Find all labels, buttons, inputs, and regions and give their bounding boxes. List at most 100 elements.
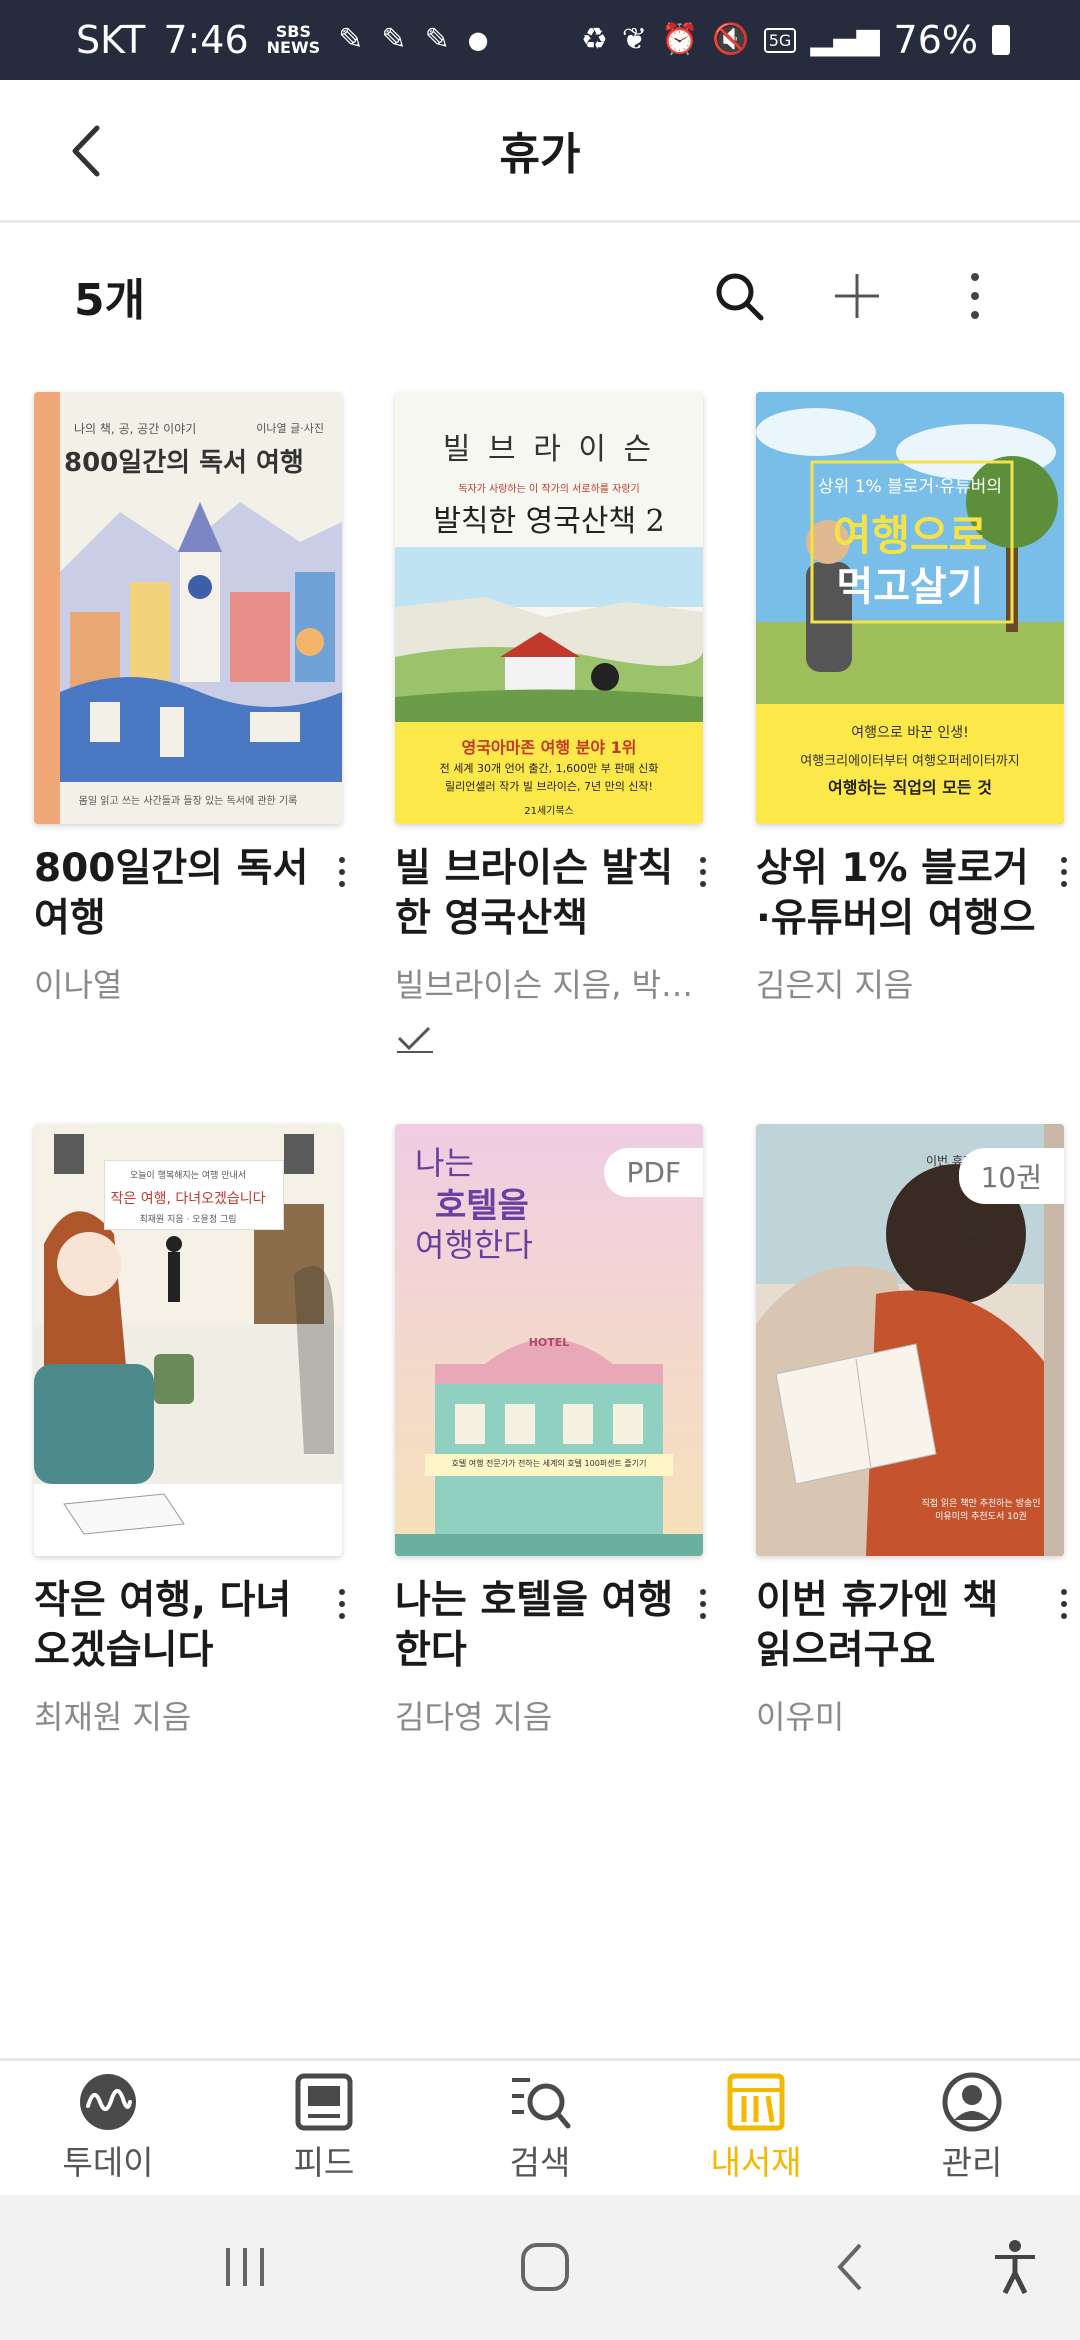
cover-title-line2: 먹고살기: [836, 564, 984, 610]
back-button[interactable]: [50, 116, 120, 186]
recent-apps-icon: [226, 2248, 264, 2286]
search-icon: [716, 273, 764, 321]
book-cover[interactable]: 빌 브 라 이 슨 독자가 사랑하는 이 작가의 서로하를 자랑기 발칙한 영국…: [395, 392, 703, 824]
format-badge: PDF: [604, 1148, 703, 1197]
cover-publisher: 21세기북스: [524, 806, 574, 817]
accessibility-button[interactable]: [985, 2237, 1045, 2297]
battery-saver-icon: ♻: [580, 22, 608, 57]
book-item[interactable]: 빌 브 라 이 슨 독자가 사랑하는 이 작가의 서로하를 자랑기 발칙한 영국…: [395, 392, 706, 1058]
book-item[interactable]: 나는 호텔을 여행한다 HOTEL 호텔 여행 전문가가 전하는 세계의 호텔 …: [395, 1124, 706, 1738]
cover-title-line3: 여행한다: [415, 1226, 533, 1264]
list-toolbar: 5개: [0, 226, 1080, 366]
book-title-row: 작은 여행, 다녀오겠습니다: [34, 1576, 364, 1676]
book-title[interactable]: 나는 호텔을 여행한다: [395, 1576, 675, 1676]
alarm-icon: ⏰: [661, 22, 699, 57]
profile-icon: [942, 2072, 1002, 2132]
search-button[interactable]: [694, 251, 784, 341]
home-button[interactable]: [510, 2237, 580, 2297]
kebab-menu-icon: [971, 273, 979, 319]
nav-item-manage[interactable]: 관리: [864, 2061, 1080, 2195]
book-item[interactable]: 나의 책, 공, 공간 이야기 이나열 글·사진 800일간의 독서 여행 몸일…: [34, 392, 345, 1006]
book-author: 이유미: [756, 1698, 845, 1736]
accessibility-icon: [995, 2240, 1035, 2295]
cover-band-line1: 여행으로 바꾼 인생!: [851, 725, 969, 741]
cover-author-line: 최재원 지음 · 오윤정 그림: [139, 1215, 237, 1225]
recent-apps-button[interactable]: [210, 2237, 280, 2297]
system-back-button[interactable]: [815, 2237, 885, 2297]
nav-item-today[interactable]: 투데이: [0, 2061, 216, 2195]
book-title-row: 800일간의 독서 여행: [34, 844, 364, 944]
back-arrow-icon: [72, 125, 100, 177]
book-cover[interactable]: 상위 1% 블로거·유튜버의 여행으로 먹고살기 여행으로 바꾼 인생! 여행크…: [756, 392, 1064, 824]
status-left: SKT 7:46 SBS NEWS ✎ ✎ ✎ ●: [76, 18, 581, 62]
nav-item-library[interactable]: 내서재: [648, 2061, 864, 2195]
home-icon: [521, 2243, 569, 2291]
nav-label-library: 내서재: [710, 2143, 802, 2182]
book-title[interactable]: 800일간의 독서 여행: [34, 844, 314, 944]
nav-label-feed: 피드: [293, 2143, 355, 2182]
book-title-row: 이번 휴가엔 책 읽으려구요: [756, 1576, 1080, 1676]
book-more-button[interactable]: [681, 1582, 725, 1626]
nav-item-feed[interactable]: 피드: [216, 2061, 432, 2195]
book-item[interactable]: 오늘이 행복해지는 여행 안내서 작은 여행, 다녀오겠습니다 최재원 지음 ·…: [34, 1124, 345, 1738]
cover-illustration: [395, 547, 703, 722]
cover-band-title: 영국아마존 여행 분야 1위: [461, 738, 637, 757]
status-bar: SKT 7:46 SBS NEWS ✎ ✎ ✎ ● ♻ ❦ ⏰ 🔇 5G ▂▄▆ …: [0, 0, 1080, 80]
nav-item-search[interactable]: 검색: [432, 2061, 648, 2195]
pen-notification-icon-2: ✎: [381, 22, 407, 57]
book-title-row: 빌 브라이슨 발칙한 영국산책: [395, 844, 725, 944]
book-more-button[interactable]: [320, 1582, 364, 1626]
book-title[interactable]: 빌 브라이슨 발칙한 영국산책: [395, 844, 675, 944]
search-list-icon: [512, 2078, 571, 2129]
today-wave-icon: [80, 2074, 136, 2130]
cover-illustration: [60, 502, 342, 782]
cover-hotel-sign: HOTEL: [528, 1336, 570, 1349]
book-cover[interactable]: 이번 휴가엔 읽으려구요 이유미 직접 읽은 책만 추천하는 방송인 이유미의 …: [756, 1124, 1064, 1556]
book-cover[interactable]: 오늘이 행복해지는 여행 안내서 작은 여행, 다녀오겠습니다 최재원 지음 ·…: [34, 1124, 342, 1556]
cover-band-line3: 여행하는 직업의 모든 것: [828, 778, 992, 797]
clock: 7:46: [163, 18, 249, 62]
book-more-button[interactable]: [320, 850, 364, 894]
cover-title: 발칙한 영국산책 2: [433, 504, 665, 539]
cover-bottom-line: 직접 읽은 책만 추천하는 방송인 이유미의 추천도서 10권: [921, 1499, 1041, 1522]
book-item[interactable]: 상위 1% 블로거·유튜버의 여행으로 먹고살기 여행으로 바꾼 인생! 여행크…: [756, 392, 1067, 1006]
book-more-button[interactable]: [1042, 1582, 1080, 1626]
book-cover[interactable]: 나는 호텔을 여행한다 HOTEL 호텔 여행 전문가가 전하는 세계의 호텔 …: [395, 1124, 703, 1556]
cover-band-line2: 여행크리에이터부터 여행오퍼레이터까지: [800, 754, 1020, 769]
book-author: 김은지 지음: [756, 966, 914, 1004]
cover-bottom-line: 몸일 읽고 쓰는 사간들과 들장 있는 독서에 관한 기록: [78, 796, 298, 807]
cover-spine: [34, 392, 60, 824]
book-author: 빌브라이슨 지음, 박…: [395, 966, 694, 1004]
book-item[interactable]: 이번 휴가엔 읽으려구요 이유미 직접 읽은 책만 추천하는 방송인 이유미의 …: [756, 1124, 1067, 1738]
system-back-icon: [837, 2243, 862, 2291]
network-type-icon: 5G: [763, 27, 797, 53]
book-title[interactable]: 상위 1% 블로거·유튜버의 여행으로 먹고살기: [756, 844, 1036, 944]
page-title: 휴가: [499, 129, 581, 180]
more-options-button[interactable]: [930, 251, 1020, 341]
app-header: 휴가: [0, 80, 1080, 223]
cover-title: 작은 여행, 다녀오겠습니다: [110, 1191, 266, 1207]
bottom-nav: 투데이 피드 검색 내서재 관리: [0, 2058, 1080, 2195]
cover-author-line: 빌 브 라 이 슨: [442, 432, 656, 467]
nav-label-today: 투데이: [62, 2143, 154, 2182]
book-author: 이나열: [34, 966, 123, 1004]
cover-band-line2: 릴리언셀러 작가 빌 브라이슨, 7년 만의 신작!: [445, 780, 653, 793]
pen-notification-icon: ✎: [338, 22, 364, 57]
cover-title: 800일간의 독서 여행: [64, 448, 304, 478]
dot-notification-icon: ●: [467, 26, 489, 54]
system-nav-bar: [0, 2195, 1080, 2340]
cover-band-line1: 전 세계 30개 언어 출간, 1,600만 부 판매 신화: [439, 762, 659, 775]
book-title[interactable]: 작은 여행, 다녀오겠습니다: [34, 1576, 314, 1676]
cover-illustration: [395, 1339, 703, 1556]
book-author: 최재원 지음: [34, 1698, 192, 1736]
book-more-button[interactable]: [681, 850, 725, 894]
carrier-label: SKT: [76, 18, 146, 62]
nav-label-search: 검색: [509, 2143, 571, 2182]
book-title-row: 상위 1% 블로거·유튜버의 여행으로 먹고살기: [756, 844, 1080, 944]
add-button[interactable]: [812, 251, 902, 341]
book-more-button[interactable]: [1042, 850, 1080, 894]
cover-author-line: 이유미: [956, 1228, 984, 1239]
book-title[interactable]: 이번 휴가엔 책 읽으려구요: [756, 1576, 1036, 1676]
book-cover[interactable]: 나의 책, 공, 공간 이야기 이나열 글·사진 800일간의 독서 여행 몸일…: [34, 392, 342, 824]
library-shelf-icon: [727, 2073, 785, 2131]
